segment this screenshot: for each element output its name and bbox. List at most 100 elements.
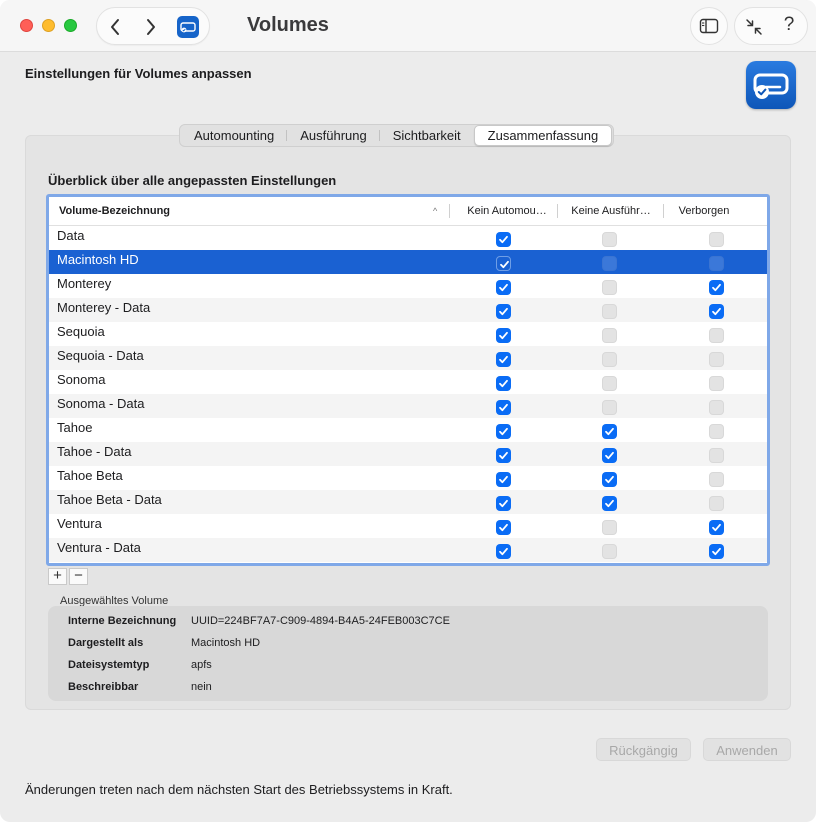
no-automount-checkbox[interactable] (496, 448, 511, 463)
no-exec-checkbox[interactable] (602, 376, 617, 391)
checkmark-icon (499, 331, 508, 340)
undo-button[interactable]: Rückgängig (596, 738, 691, 761)
table-row[interactable]: Macintosh HD (49, 250, 767, 274)
no-automount-checkbox[interactable] (496, 376, 511, 391)
no-automount-checkbox[interactable] (496, 232, 511, 247)
info-key: Interne Bezeichnung (68, 615, 177, 627)
hidden-checkbox[interactable] (709, 424, 724, 439)
volume-name-cell: Sonoma - Data (57, 396, 145, 411)
navigation-group (96, 7, 210, 45)
no-exec-checkbox[interactable] (602, 520, 617, 535)
table-row[interactable]: Data (49, 226, 767, 250)
hidden-checkbox[interactable] (709, 256, 724, 271)
no-automount-checkbox[interactable] (496, 352, 511, 367)
no-exec-checkbox[interactable] (602, 256, 617, 271)
hidden-checkbox[interactable] (709, 400, 724, 415)
no-exec-checkbox[interactable] (602, 424, 617, 439)
tab-ausfuehrung[interactable]: Ausführung (287, 125, 380, 146)
close-window-button[interactable] (20, 19, 33, 32)
hidden-checkbox[interactable] (709, 496, 724, 511)
table-row[interactable]: Ventura (49, 514, 767, 538)
column-header-hidden[interactable]: Verborgen (667, 197, 741, 225)
no-exec-checkbox[interactable] (602, 400, 617, 415)
table-row[interactable]: Sonoma (49, 370, 767, 394)
no-automount-checkbox[interactable] (496, 424, 511, 439)
checkmark-icon (712, 283, 721, 292)
hidden-checkbox[interactable] (709, 280, 724, 295)
hidden-checkbox[interactable] (709, 520, 724, 535)
no-exec-checkbox[interactable] (602, 328, 617, 343)
no-automount-checkbox[interactable] (496, 400, 511, 415)
no-automount-checkbox[interactable] (496, 280, 511, 295)
forward-button[interactable] (141, 17, 161, 37)
table-body: Data Macintosh HD Monterey Monterey - Data S… (49, 226, 767, 562)
no-automount-checkbox[interactable] (496, 496, 511, 511)
sidebar-toggle-icon (699, 18, 719, 34)
table-row[interactable]: Sonoma - Data (49, 394, 767, 418)
hidden-checkbox[interactable] (709, 448, 724, 463)
add-volume-button[interactable]: + (48, 568, 67, 585)
table-row[interactable]: Ventura - Data (49, 538, 767, 562)
no-exec-checkbox[interactable] (602, 472, 617, 487)
hidden-checkbox[interactable] (709, 232, 724, 247)
column-header-no-automount[interactable]: Kein Automou… (457, 197, 557, 225)
no-automount-checkbox[interactable] (496, 304, 511, 319)
checkmark-icon (499, 499, 508, 508)
checkmark-icon (712, 307, 721, 316)
back-button[interactable] (105, 17, 125, 37)
column-divider (557, 204, 558, 218)
volume-app-icon[interactable] (177, 16, 199, 38)
no-automount-checkbox[interactable] (496, 256, 511, 271)
no-automount-checkbox[interactable] (496, 520, 511, 535)
app-window: Volumes ? Einstellungen für Volumes anpa… (0, 0, 816, 822)
sidebar-toggle-button[interactable] (690, 7, 728, 45)
no-automount-checkbox[interactable] (496, 328, 511, 343)
table-row[interactable]: Tahoe Beta - Data (49, 490, 767, 514)
info-key: Beschreibbar (68, 681, 139, 693)
table-row[interactable]: Sequoia - Data (49, 346, 767, 370)
no-exec-checkbox[interactable] (602, 352, 617, 367)
minimize-window-button[interactable] (42, 19, 55, 32)
remove-volume-button[interactable]: − (69, 568, 88, 585)
hidden-checkbox[interactable] (709, 304, 724, 319)
collapse-arrows-icon (746, 19, 762, 35)
volume-name-cell: Sonoma (57, 372, 106, 387)
volume-name-cell: Monterey (57, 276, 112, 291)
column-header-no-exec[interactable]: Keine Ausführ… (561, 197, 661, 225)
hidden-checkbox[interactable] (709, 352, 724, 367)
table-row[interactable]: Tahoe (49, 418, 767, 442)
no-exec-checkbox[interactable] (602, 496, 617, 511)
hidden-checkbox[interactable] (709, 328, 724, 343)
tab-automounting[interactable]: Automounting (181, 125, 288, 146)
no-automount-checkbox[interactable] (496, 544, 511, 559)
no-exec-checkbox[interactable] (602, 304, 617, 319)
hidden-checkbox[interactable] (709, 376, 724, 391)
table-row[interactable]: Monterey (49, 274, 767, 298)
no-automount-checkbox[interactable] (496, 472, 511, 487)
no-exec-checkbox[interactable] (602, 232, 617, 247)
checkmark-icon (500, 260, 509, 269)
zoom-window-button[interactable] (64, 19, 77, 32)
tab-zusammenfassung[interactable]: Zusammenfassung (473, 125, 613, 146)
table-row[interactable]: Tahoe Beta (49, 466, 767, 490)
no-exec-checkbox[interactable] (602, 280, 617, 295)
checkmark-icon (499, 379, 508, 388)
help-button[interactable]: ? (779, 14, 799, 36)
collapse-button[interactable] (744, 17, 764, 37)
checkmark-icon (605, 499, 614, 508)
table-row[interactable]: Tahoe - Data (49, 442, 767, 466)
back-chevron-icon (111, 19, 119, 35)
volume-name-cell: Tahoe - Data (57, 444, 132, 459)
hidden-checkbox[interactable] (709, 544, 724, 559)
table-row[interactable]: Sequoia (49, 322, 767, 346)
hidden-checkbox[interactable] (709, 472, 724, 487)
table-row[interactable]: Monterey - Data (49, 298, 767, 322)
apply-button[interactable]: Anwenden (703, 738, 791, 761)
no-exec-checkbox[interactable] (602, 448, 617, 463)
checkmark-icon (499, 403, 508, 412)
volume-table[interactable]: Volume-Bezeichnung ^ Kein Automou… Keine… (46, 194, 770, 566)
column-header-volume-name[interactable]: Volume-Bezeichnung (59, 197, 170, 225)
checkmark-icon (605, 427, 614, 436)
no-exec-checkbox[interactable] (602, 544, 617, 559)
tab-sichtbarkeit[interactable]: Sichtbarkeit (380, 125, 474, 146)
